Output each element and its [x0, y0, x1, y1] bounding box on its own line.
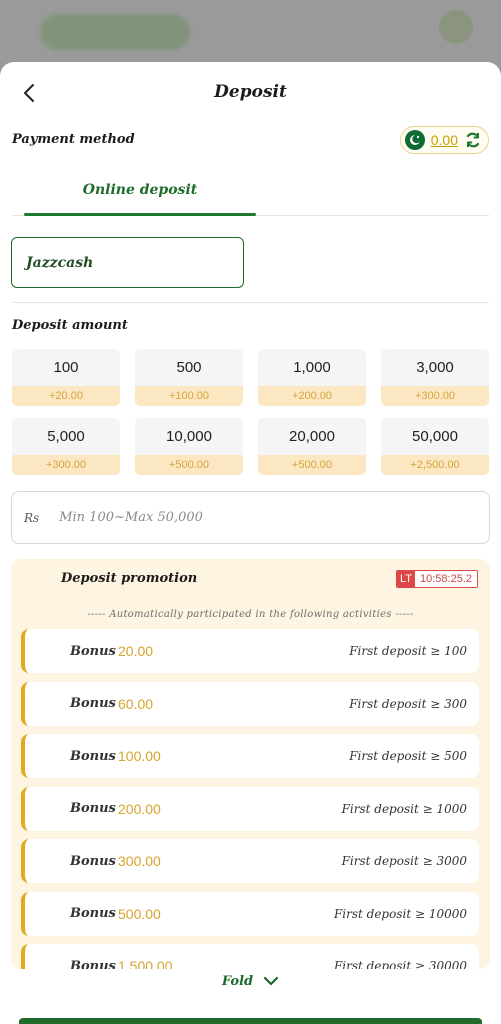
amount-bonus: +100.00 — [135, 386, 243, 406]
deposit-tabs: Online deposit — [12, 164, 489, 216]
deposit-amount-label: Deposit amount — [12, 318, 128, 333]
amount-options: 100 +20.00 500 +100.00 1,000 +200.00 3,000 +… — [12, 349, 490, 475]
amount-bonus: +2,500.00 — [381, 455, 489, 475]
amount-option[interactable]: 20,000 +500.00 — [258, 418, 366, 475]
payment-method-row: Payment method 0.00 — [0, 124, 501, 164]
amount-value: 3,000 — [416, 359, 454, 376]
bonus-row: Bonus 20.00 First deposit ≥ 100 — [21, 629, 479, 673]
payment-method-label: Payment method — [12, 132, 135, 147]
amount-value: 20,000 — [289, 428, 335, 445]
amount-bonus: +200.00 — [258, 386, 366, 406]
bonus-label: Bonus — [70, 748, 116, 764]
amount-value: 50,000 — [412, 428, 458, 445]
amount-value: 100 — [53, 359, 79, 376]
bonus-condition: First deposit ≥ 100 — [349, 644, 467, 658]
bonus-condition: First deposit ≥ 10000 — [333, 906, 467, 921]
fold-button[interactable]: Fold — [0, 970, 501, 992]
bonus-condition: First deposit ≥ 30000 — [333, 959, 467, 969]
currency-symbol: Rs — [24, 510, 40, 525]
tab-active-indicator — [24, 213, 256, 216]
background-icon — [439, 10, 473, 44]
promotion-note: ----- Automatically participated in the … — [87, 609, 414, 620]
bonus-row: Bonus 200.00 First deposit ≥ 1000 — [21, 786, 479, 831]
bonus-row: Bonus 100.00 First deposit ≥ 500 — [21, 734, 479, 778]
payment-channel-jazzcash[interactable]: Jazzcash — [11, 237, 244, 288]
amount-bonus: +300.00 — [381, 386, 489, 406]
pakistan-flag-icon — [404, 130, 425, 150]
amount-value: 500 — [176, 359, 202, 376]
tab-online-deposit[interactable]: Online deposit — [24, 182, 256, 198]
promotion-title: Deposit promotion — [61, 571, 198, 586]
amount-option[interactable]: 1,000 +200.00 — [258, 349, 366, 406]
bonus-condition: First deposit ≥ 500 — [349, 749, 467, 763]
amount-option[interactable]: 50,000 +2,500.00 — [381, 418, 489, 475]
bonus-list: Bonus 20.00 First deposit ≥ 100 Bonus 60.00… — [21, 629, 479, 969]
amount-bonus: +300.00 — [12, 455, 120, 475]
balance-pill[interactable]: 0.00 — [399, 126, 489, 154]
background-logo — [40, 14, 190, 50]
divider — [12, 302, 489, 303]
bonus-value: 60.00 — [118, 695, 154, 712]
background-page — [0, 0, 501, 70]
bonus-condition: First deposit ≥ 1000 — [341, 801, 467, 816]
amount-option[interactable]: 5,000 +300.00 — [12, 418, 120, 475]
amount-bonus: +500.00 — [258, 455, 366, 475]
promotion-timer: LT 10:58:25.2 — [395, 570, 478, 588]
deposit-promotion-panel: Deposit promotion LT 10:58:25.2 ----- Au… — [11, 559, 490, 969]
bonus-value: 300.00 — [118, 853, 161, 869]
amount-bonus: +20.00 — [12, 386, 120, 406]
timer-value: 10:58:25.2 — [415, 571, 477, 587]
amount-option[interactable]: 500 +100.00 — [135, 349, 243, 406]
amount-option[interactable]: 10,000 +500.00 — [135, 418, 243, 475]
bonus-label: Bonus — [70, 643, 116, 659]
bonus-label: Bonus — [70, 696, 116, 711]
bonus-value: 500.00 — [118, 905, 161, 922]
amount-bonus: +500.00 — [135, 455, 243, 475]
bonus-value: 200.00 — [118, 800, 161, 817]
deposit-sheet: Deposit Payment method 0.00 Online depos… — [0, 62, 501, 1024]
bonus-label: Bonus — [70, 853, 116, 869]
amount-input[interactable] — [59, 510, 440, 525]
header: Deposit — [0, 62, 501, 124]
bonus-label: Bonus — [70, 958, 116, 970]
bonus-row: Bonus 60.00 First deposit ≥ 300 — [21, 681, 479, 726]
balance-value: 0.00 — [430, 132, 458, 148]
bonus-value: 20.00 — [118, 643, 154, 659]
amount-option[interactable]: 3,000 +300.00 — [381, 349, 489, 406]
bonus-label: Bonus — [70, 801, 116, 816]
bonus-condition: First deposit ≥ 3000 — [341, 854, 467, 868]
bonus-row: Bonus 1,500.00 First deposit ≥ 30000 — [21, 944, 479, 969]
amount-value: 5,000 — [47, 428, 85, 445]
bonus-row: Bonus 300.00 First deposit ≥ 3000 — [21, 839, 479, 883]
refresh-icon[interactable] — [464, 131, 482, 149]
submit-bar[interactable] — [19, 1018, 482, 1024]
bonus-label: Bonus — [70, 906, 116, 921]
amount-value: 10,000 — [166, 428, 212, 445]
amount-value: 1,000 — [293, 359, 331, 376]
bonus-row: Bonus 500.00 First deposit ≥ 10000 — [21, 891, 479, 936]
page-title: Deposit — [214, 82, 287, 102]
bonus-value: 1,500.00 — [118, 958, 173, 969]
bonus-condition: First deposit ≥ 300 — [349, 696, 467, 711]
amount-input-box: Rs — [11, 491, 490, 544]
timer-zone: LT — [396, 571, 415, 587]
amount-option[interactable]: 100 +20.00 — [12, 349, 120, 406]
bonus-value: 100.00 — [118, 748, 161, 764]
fold-label: Fold — [221, 973, 254, 989]
chevron-down-icon — [264, 976, 279, 986]
